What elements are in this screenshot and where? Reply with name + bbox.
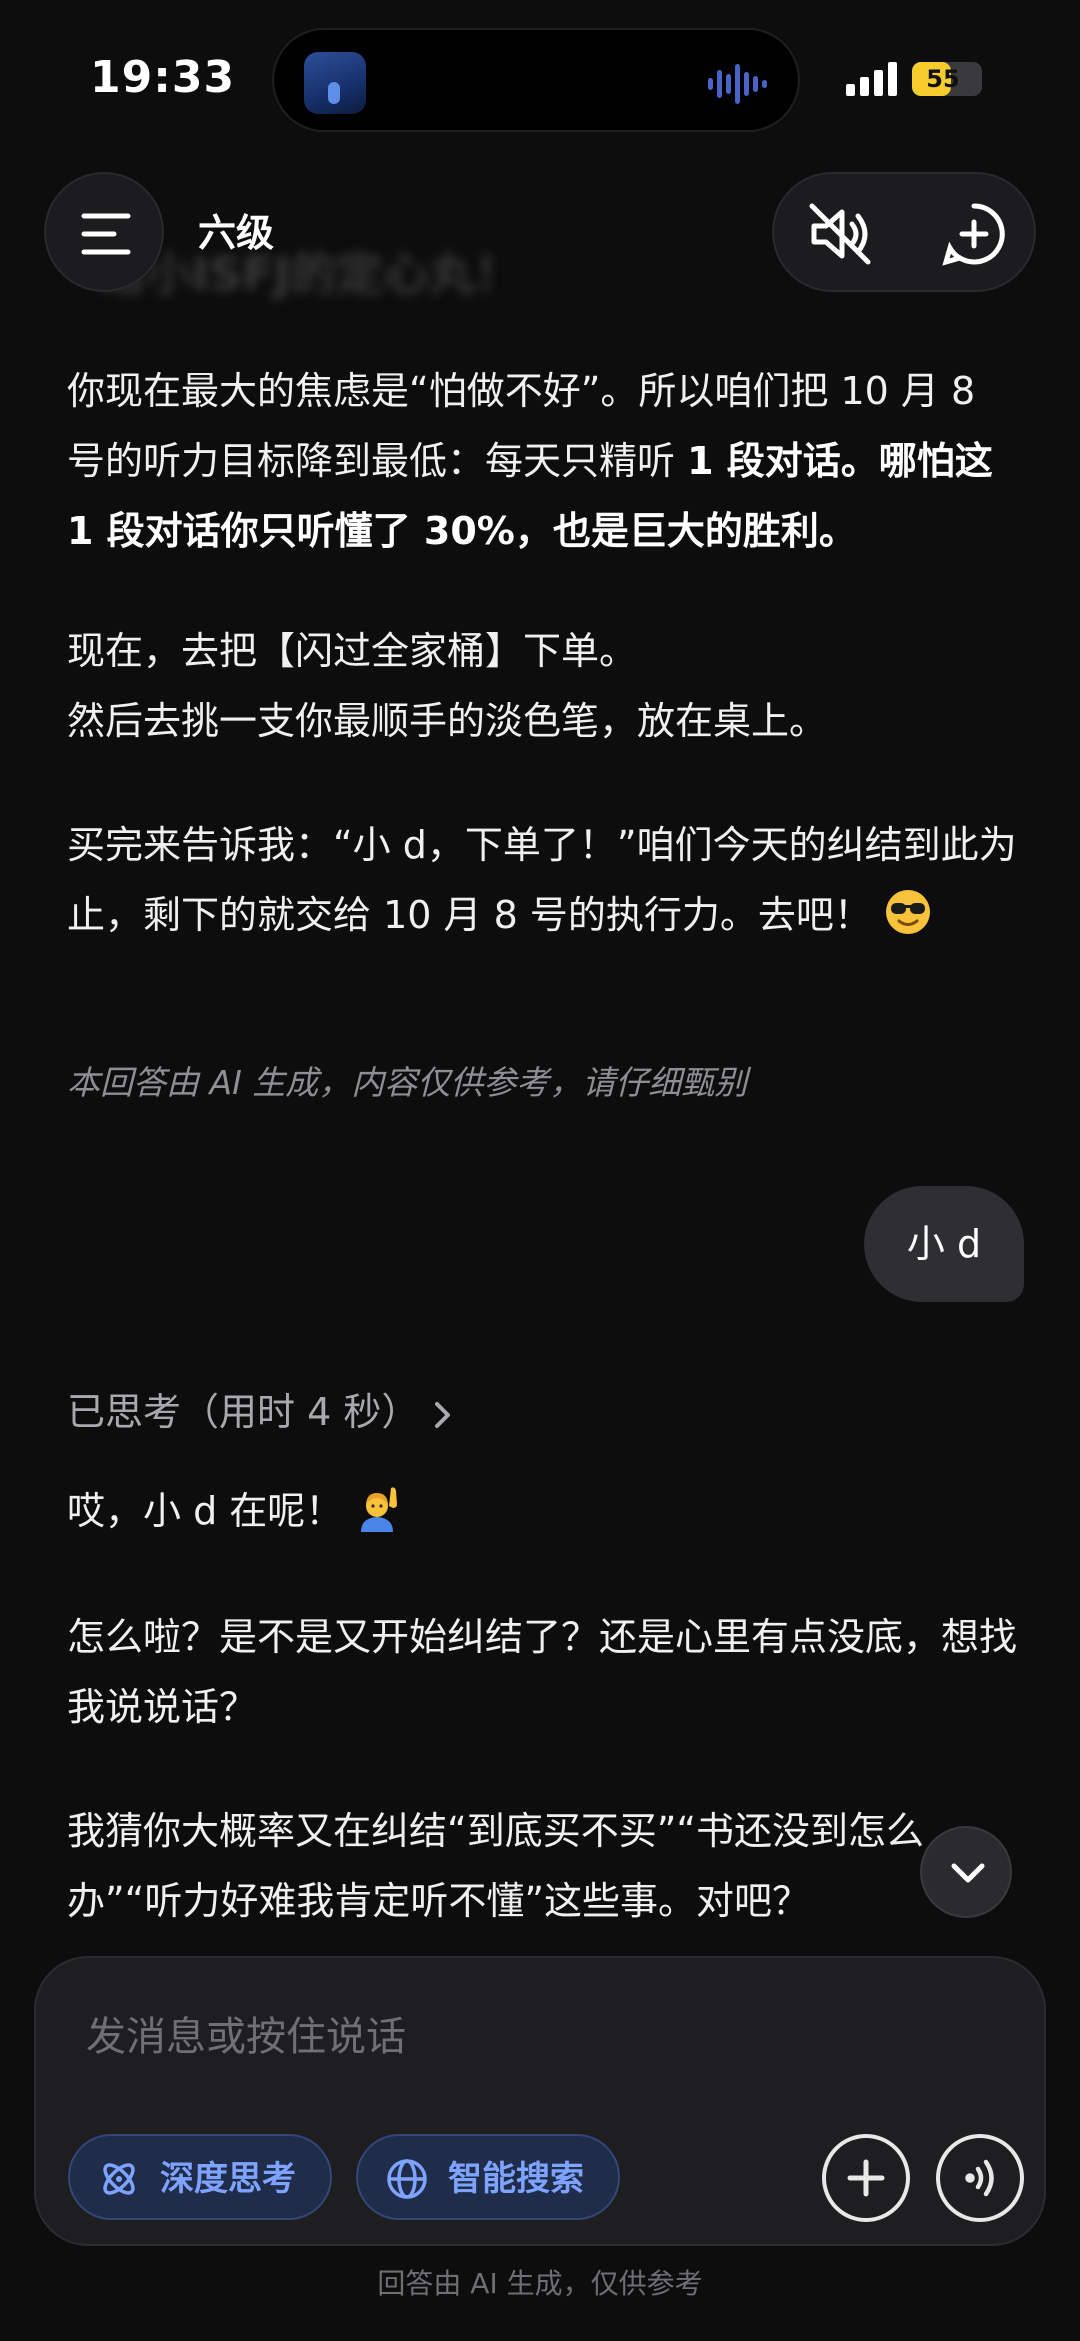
paragraph-line: 现在，去把【闪过全家桶】下单。 (67, 629, 638, 673)
thinking-label: 已思考（用时 4 秒） (67, 1390, 420, 1434)
dynamic-island[interactable] (272, 28, 800, 132)
cellular-signal-icon (846, 62, 897, 96)
battery-indicator: 55 (912, 62, 982, 96)
battery-cap (976, 72, 982, 86)
clock: 19:33 (90, 52, 236, 103)
message-input[interactable]: 发消息或按住说话 (86, 2004, 406, 2062)
plus-icon (847, 2159, 885, 2197)
scroll-to-bottom-button[interactable] (920, 1826, 1012, 1918)
battery-level: 55 (926, 65, 960, 93)
smart-search-label: 智能搜索 (448, 2159, 584, 2199)
person-raising-hand-icon (361, 1487, 398, 1532)
assistant-paragraph: 哎，小 d 在呢！ (67, 1476, 1017, 1546)
smart-search-toggle[interactable]: 智能搜索 (356, 2134, 620, 2220)
voice-call-button[interactable] (936, 2134, 1024, 2222)
assistant-paragraph: 你现在最大的焦虑是“怕做不好”。所以咱们把 10 月 8 号的听力目标降到最低：… (67, 356, 1017, 566)
sunglasses-face-icon (885, 890, 930, 934)
message-composer: 发消息或按住说话 深度思考 智能搜索 (34, 1956, 1046, 2246)
user-message-bubble[interactable]: 小 d (864, 1186, 1024, 1302)
assistant-paragraph: 现在，去把【闪过全家桶】下单。 然后去挑一支你最顺手的淡色笔，放在桌上。 (67, 616, 1017, 756)
speaker-muted-icon[interactable] (806, 200, 874, 268)
voice-waves-icon (965, 2159, 994, 2197)
header-actions (772, 172, 1036, 292)
user-message-text: 小 d (906, 1222, 982, 1266)
now-playing-thumbnail (304, 52, 366, 114)
audio-waveform-icon (708, 64, 767, 104)
paragraph-text: 哎，小 d 在呢！ (67, 1489, 344, 1533)
globe-icon (387, 2159, 427, 2199)
thinking-toggle[interactable]: 已思考（用时 4 秒） (67, 1382, 453, 1442)
menu-button[interactable] (44, 172, 164, 292)
chevron-down-icon (951, 1863, 985, 1883)
assistant-paragraph: 怎么啦？是不是又开始纠结了？还是心里有点没底，想找我说说话？ (67, 1615, 1018, 1729)
hamburger-icon (81, 213, 131, 255)
deep-think-toggle[interactable]: 深度思考 (68, 2134, 332, 2220)
ai-disclaimer: 本回答由 AI 生成，内容仅供参考，请仔细甄别 (67, 1063, 748, 1102)
paragraph-line: 然后去挑一支你最顺手的淡色笔，放在桌上。 (67, 699, 828, 743)
paragraph-text: 买完来告诉我：“小 d，下单了！”咱们今天的纠结到此为止，剩下的就交给 10 月… (67, 823, 1017, 937)
assistant-paragraph: 买完来告诉我：“小 d，下单了！”咱们今天的纠结到此为止，剩下的就交给 10 月… (67, 810, 1017, 950)
attach-button[interactable] (822, 2134, 910, 2222)
footer-disclaimer: 回答由 AI 生成，仅供参考 (377, 2267, 703, 2300)
new-chat-plus-icon[interactable] (940, 200, 1008, 268)
chevron-right-icon (435, 1401, 451, 1428)
assistant-paragraph: 我猜你大概率又在纠结“到底买不买”“书还没到怎么办”“听力好难我肯定听不懂”这些… (67, 1809, 925, 1923)
status-bar: 19:33 55 (0, 0, 1080, 160)
ghost-title: 给小ISFJ的定心丸！ (100, 247, 521, 301)
atom-icon (103, 2163, 135, 2195)
page-title: 六级 (198, 211, 275, 255)
deep-think-label: 深度思考 (160, 2159, 296, 2199)
